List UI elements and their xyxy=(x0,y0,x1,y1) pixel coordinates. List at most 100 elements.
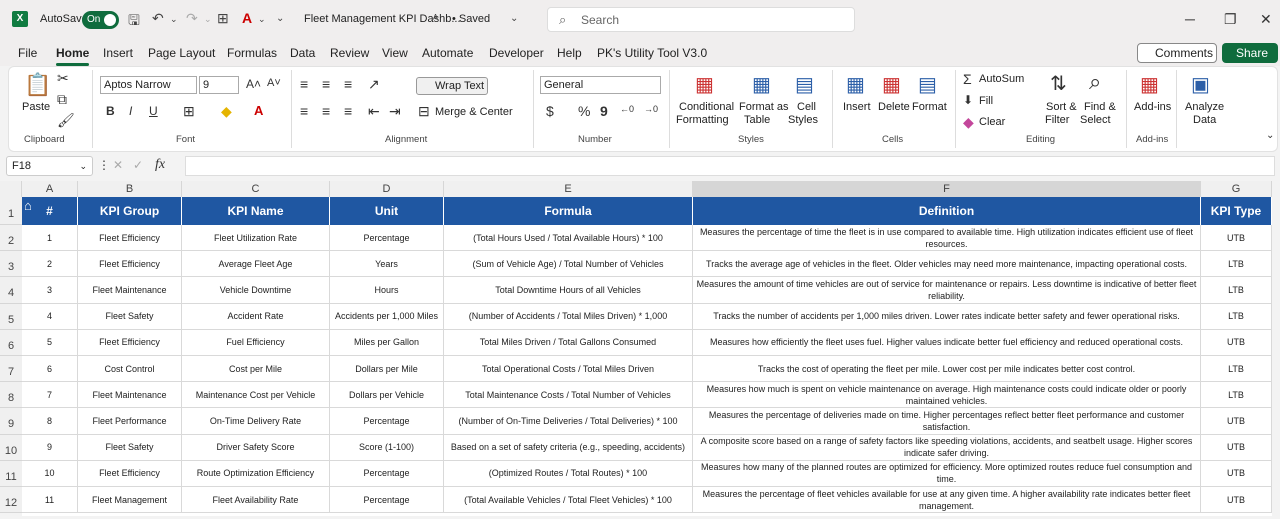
cell-kpi-type[interactable]: UTB xyxy=(1201,225,1272,252)
find-label[interactable]: Find & xyxy=(1084,101,1116,113)
cell-kpi-group[interactable]: Fleet Safety xyxy=(78,434,182,461)
cell-kpi-group[interactable]: Fleet Efficiency xyxy=(78,329,182,356)
saved-dropdown-icon[interactable]: ⌄ xyxy=(510,13,518,24)
align-bottom-icon[interactable]: ≡ xyxy=(344,76,352,92)
tab-formulas[interactable]: Formulas xyxy=(227,46,277,60)
format-painter-icon[interactable]: 🖌 xyxy=(57,112,75,129)
cell-kpi-type[interactable]: UTB xyxy=(1201,434,1272,461)
analyze-label[interactable]: Analyze xyxy=(1185,101,1224,113)
column-header-c[interactable]: C xyxy=(182,181,330,197)
bold-icon[interactable]: B xyxy=(106,104,115,118)
cell-unit[interactable]: Percentage xyxy=(330,408,444,435)
cell-index[interactable]: 9 xyxy=(22,434,78,461)
currency-icon[interactable]: $ xyxy=(546,103,554,119)
autosum-icon[interactable]: Σ xyxy=(963,71,972,87)
header-definition[interactable]: Definition xyxy=(693,197,1201,225)
cell-formula[interactable]: (Number of Accidents / Total Miles Drive… xyxy=(444,303,693,330)
row-header[interactable]: 4 xyxy=(0,277,22,304)
comma-icon[interactable]: 9 xyxy=(600,103,608,119)
undo-icon[interactable]: ↶ xyxy=(152,10,164,27)
analyze-data-icon[interactable]: ▣ xyxy=(1191,72,1210,97)
tab-home[interactable]: Home xyxy=(56,46,90,66)
cell-kpi-group[interactable]: Fleet Management xyxy=(78,487,182,514)
cancel-icon[interactable]: ✕ xyxy=(113,158,123,172)
cell-kpi-name[interactable]: Vehicle Downtime xyxy=(182,277,330,304)
styles-button-label[interactable]: Styles xyxy=(788,114,818,126)
cell-unit[interactable]: Accidents per 1,000 Miles xyxy=(330,303,444,330)
row-header[interactable]: 11 xyxy=(0,460,22,487)
cell-formula[interactable]: (Total Available Vehicles / Total Fleet … xyxy=(444,487,693,514)
row-header[interactable]: 9 xyxy=(0,408,22,435)
font-color-ribbon-icon[interactable]: A xyxy=(254,103,263,118)
table-label[interactable]: Table xyxy=(744,114,770,126)
cell-kpi-name[interactable]: Fuel Efficiency xyxy=(182,329,330,356)
cell-kpi-type[interactable]: LTB xyxy=(1201,356,1272,383)
format-cells-icon[interactable]: ▤ xyxy=(918,72,937,97)
row-header[interactable]: 12 xyxy=(0,487,22,514)
font-size-select[interactable]: 9 xyxy=(199,76,239,94)
row-header[interactable]: 5 xyxy=(0,303,22,330)
cell-kpi-type[interactable]: LTB xyxy=(1201,251,1272,278)
cell-unit[interactable]: Years xyxy=(330,251,444,278)
cell-kpi-group[interactable]: Fleet Performance xyxy=(78,408,182,435)
align-top-icon[interactable]: ≡ xyxy=(300,76,308,92)
cell-definition[interactable]: Measures the percentage of fleet vehicle… xyxy=(693,487,1201,514)
cell-formula[interactable]: Total Downtime Hours of all Vehicles xyxy=(444,277,693,304)
cell-definition[interactable]: Tracks the number of accidents per 1,000… xyxy=(693,303,1201,330)
cell-formula[interactable]: Total Maintenance Costs / Total Number o… xyxy=(444,382,693,409)
cell-unit[interactable]: Hours xyxy=(330,277,444,304)
cell-index[interactable]: 1 xyxy=(22,225,78,252)
save-icon[interactable]: 🖫 xyxy=(128,10,140,34)
insert-label[interactable]: Insert xyxy=(843,101,871,113)
decrease-indent-icon[interactable]: ⇤ xyxy=(368,103,380,120)
cell-kpi-group[interactable]: Fleet Efficiency xyxy=(78,251,182,278)
delete-label[interactable]: Delete xyxy=(878,101,910,113)
cell-kpi-name[interactable]: Fleet Utilization Rate xyxy=(182,225,330,252)
restore-icon[interactable]: ❐ xyxy=(1224,11,1237,28)
cell-formula[interactable]: (Total Hours Used / Total Available Hour… xyxy=(444,225,693,252)
tab-pk-utility[interactable]: PK's Utility Tool V3.0 xyxy=(597,46,707,60)
cell-label[interactable]: Cell xyxy=(797,101,816,113)
cell-kpi-name[interactable]: On-Time Delivery Rate xyxy=(182,408,330,435)
merge-center-label[interactable]: Merge & Center xyxy=(435,106,513,118)
fill-icon[interactable]: ⬇ xyxy=(963,93,973,107)
tab-view[interactable]: View xyxy=(382,46,408,60)
font-name-select[interactable]: Aptos Narrow xyxy=(100,76,197,94)
cell-kpi-type[interactable]: UTB xyxy=(1201,487,1272,514)
collapse-ribbon-icon[interactable]: ⌄ xyxy=(1266,130,1274,141)
orientation-icon[interactable]: ↗ xyxy=(368,76,380,93)
tab-review[interactable]: Review xyxy=(330,46,369,60)
minimize-icon[interactable]: ─ xyxy=(1185,11,1195,27)
close-icon[interactable]: ✕ xyxy=(1260,11,1272,28)
cell-definition[interactable]: Measures how much is spent on vehicle ma… xyxy=(693,382,1201,409)
cell-formula[interactable]: Total Miles Driven / Total Gallons Consu… xyxy=(444,329,693,356)
header-kpi-type[interactable]: KPI Type xyxy=(1201,197,1272,225)
cell-kpi-group[interactable]: Fleet Safety xyxy=(78,303,182,330)
autosum-label[interactable]: AutoSum xyxy=(979,73,1024,85)
cell-definition[interactable]: Measures the percentage of time the flee… xyxy=(693,225,1201,252)
cell-unit[interactable]: Miles per Gallon xyxy=(330,329,444,356)
delete-cells-icon[interactable]: ▦ xyxy=(882,72,901,97)
percent-icon[interactable]: % xyxy=(578,103,590,119)
cell-index[interactable]: 10 xyxy=(22,460,78,487)
cell-formula[interactable]: (Sum of Vehicle Age) / Total Number of V… xyxy=(444,251,693,278)
redo-icon[interactable]: ↷ xyxy=(186,10,198,27)
customize-toolbar-icon[interactable]: ⌄ xyxy=(276,13,284,24)
format-as-table-icon[interactable]: ▦ xyxy=(752,72,771,97)
cell-definition[interactable]: A composite score based on a range of sa… xyxy=(693,434,1201,461)
row-header[interactable]: 10 xyxy=(0,434,22,461)
decrease-font-icon[interactable]: A˅ xyxy=(267,77,281,89)
font-color-dropdown-icon[interactable]: ⌄ xyxy=(258,14,266,25)
cell-formula[interactable]: Total Operational Costs / Total Miles Dr… xyxy=(444,356,693,383)
tab-insert[interactable]: Insert xyxy=(103,46,133,60)
clear-icon[interactable]: ◆ xyxy=(963,114,974,131)
cell-kpi-group[interactable]: Fleet Maintenance xyxy=(78,277,182,304)
tab-help[interactable]: Help xyxy=(557,46,582,60)
cell-formula[interactable]: (Optimized Routes / Total Routes) * 100 xyxy=(444,460,693,487)
sort-filter-icon[interactable]: ⇅ xyxy=(1050,71,1067,96)
insert-function-icon[interactable]: fx xyxy=(155,157,165,173)
cell-unit[interactable]: Dollars per Mile xyxy=(330,356,444,383)
increase-indent-icon[interactable]: ⇥ xyxy=(389,103,401,120)
undo-dropdown-icon[interactable]: ⌄ xyxy=(170,14,178,25)
cut-icon[interactable]: ✂ xyxy=(57,70,69,87)
